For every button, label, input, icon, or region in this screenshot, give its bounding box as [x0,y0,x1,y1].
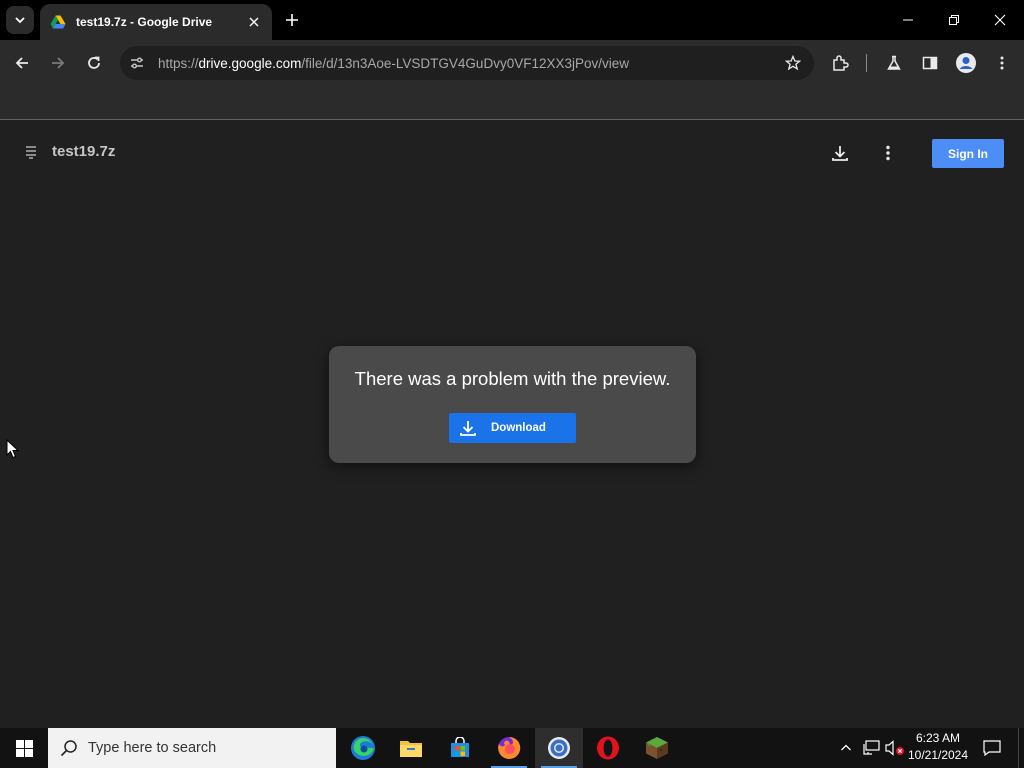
close-icon [994,14,1006,26]
new-tab-button[interactable] [282,10,302,30]
taskbar-search-box[interactable]: Type here to search [48,728,336,768]
bookmark-star-icon[interactable] [778,48,808,78]
error-message: There was a problem with the preview. [354,368,671,389]
avatar-icon [956,53,976,73]
browser-toolbar: https://drive.google.com/file/d/13n3Aoe-… [0,40,1024,86]
chrome-icon [548,737,570,759]
microsoft-store-icon [451,737,469,757]
chevron-down-icon [15,17,25,24]
site-info-icon[interactable] [120,46,154,80]
preview-error-dialog: There was a problem with the preview. Do… [329,346,696,463]
chevron-up-icon [841,744,851,751]
reload-icon [88,56,100,69]
back-button[interactable] [8,49,36,77]
download-icon [460,421,476,436]
reload-button[interactable] [80,49,108,77]
url-scheme: https:// [158,55,199,71]
download-button[interactable]: Download [449,413,576,443]
file-explorer-icon [400,741,422,757]
side-panel-icon [922,56,938,70]
puzzle-icon [833,55,849,71]
download-icon [832,146,848,161]
network-tray-button[interactable] [860,728,882,768]
firefox-icon [498,736,521,759]
url-host: drive.google.com [198,55,302,71]
back-arrow-icon [15,57,28,69]
windows-taskbar: Type here to search 6:23 AM 10/21/2024 [0,728,1024,768]
notification-center-button[interactable] [980,728,1004,768]
close-window-button[interactable] [986,6,1014,34]
taskbar-file-explorer[interactable] [387,728,435,768]
taskbar-edge[interactable] [339,728,387,768]
taskbar-clock[interactable]: 6:23 AM 10/21/2024 [900,730,976,764]
taskbar-minecraft[interactable] [633,728,681,768]
clock-time: 6:23 AM [915,731,961,745]
clock-date: 10/21/2024 [907,748,969,762]
labs-button[interactable] [880,49,908,77]
forward-arrow-icon [52,57,65,69]
more-vertical-icon [1000,56,1004,70]
search-icon [60,740,77,757]
minecraft-icon [646,737,668,759]
restore-icon [949,15,959,25]
mouse-pointer-icon [6,439,20,459]
more-actions-button[interactable] [874,139,902,167]
more-vertical-icon [886,145,890,161]
tab-search-button[interactable] [6,6,34,34]
google-drive-icon [50,15,66,29]
toolbar-divider [866,54,867,72]
archive-file-icon [24,143,38,161]
download-button-label: Download [491,422,546,434]
restore-button[interactable] [940,6,968,34]
search-placeholder: Type here to search [88,740,217,756]
viewer-header: test19.7z Sign In [0,121,1024,185]
flask-icon [887,55,901,70]
url-path: /file/d/13n3Aoe-LVSDTGV4GuDvy0VF12XX3jPo… [301,55,630,71]
minimize-icon [903,19,913,21]
opera-icon [597,736,619,760]
tab-close-icon[interactable] [246,14,262,30]
address-bar[interactable]: https://drive.google.com/file/d/13n3Aoe-… [120,46,814,80]
sign-in-button[interactable]: Sign In [932,139,1004,168]
taskbar-microsoft-store[interactable] [436,728,484,768]
show-desktop-button[interactable] [1018,728,1024,768]
show-hidden-icons-button[interactable] [836,728,856,768]
tab-google-drive[interactable]: test19.7z - Google Drive [40,4,272,40]
tab-strip: test19.7z - Google Drive [0,0,1024,40]
url-text: https://drive.google.com/file/d/13n3Aoe-… [158,56,778,71]
taskbar-opera[interactable] [584,728,632,768]
notification-icon [983,740,1001,756]
extensions-button[interactable] [826,49,854,77]
drive-viewer: test19.7z Sign In There was a problem wi… [0,121,1024,728]
windows-logo-icon [15,739,33,757]
network-icon [863,740,880,755]
file-name: test19.7z [52,143,116,160]
tab-title: test19.7z - Google Drive [76,15,213,29]
header-download-button[interactable] [826,139,854,167]
bookmarks-bar [0,86,1024,120]
taskbar-firefox[interactable] [485,728,533,768]
edge-icon [351,736,375,760]
taskbar-chrome[interactable] [535,728,583,768]
start-button[interactable] [0,728,48,768]
profile-button[interactable] [952,49,980,77]
browser-menu-button[interactable] [988,49,1016,77]
forward-button[interactable] [44,49,72,77]
minimize-button[interactable] [894,6,922,34]
plus-icon [286,14,298,26]
side-panel-button[interactable] [916,49,944,77]
